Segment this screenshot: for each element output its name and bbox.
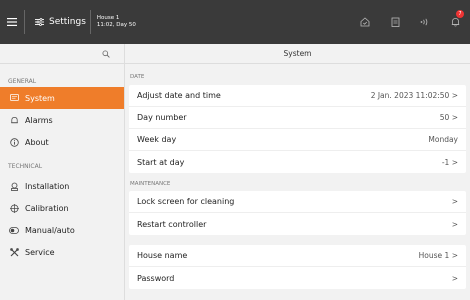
- week-day-row: Week day Monday: [129, 129, 466, 151]
- system-icon: [8, 92, 20, 104]
- top-icons: 7: [350, 0, 470, 44]
- sidebar-item-label: System: [25, 93, 55, 103]
- nav-section-technical: TECHNICAL: [8, 163, 43, 170]
- row-value: House 1 >: [418, 251, 458, 260]
- sidebar-item-alarms[interactable]: Alarms: [0, 109, 124, 131]
- date-card: Adjust date and time 2 Jan. 2023 11:02:5…: [129, 85, 466, 173]
- house-info[interactable]: House 1 11:02, Day 50: [97, 15, 136, 29]
- house-time: 11:02, Day 50: [96, 22, 136, 28]
- sidebar-item-system[interactable]: System: [0, 87, 124, 109]
- house-status-button[interactable]: [350, 0, 380, 44]
- sidebar-item-label: Alarms: [25, 115, 53, 125]
- house-name-row[interactable]: House name House 1 >: [129, 245, 466, 267]
- sidebar-item-label: Installation: [25, 181, 70, 191]
- row-label: Start at day: [137, 157, 185, 167]
- bell-icon: [451, 18, 459, 27]
- row-label: Restart controller: [137, 219, 207, 229]
- signal-icon: [420, 18, 428, 26]
- hamburger-icon: [7, 18, 17, 26]
- sidebar-item-label: About: [25, 137, 49, 147]
- divider: [89, 10, 91, 34]
- row-value: >: [451, 219, 458, 229]
- row-label: Adjust date and time: [137, 91, 221, 100]
- page-title: Settings: [49, 17, 86, 27]
- row-label: Week day: [137, 135, 177, 144]
- row-label: House name: [137, 251, 188, 260]
- sidebar-item-label: Manual/auto: [25, 225, 75, 235]
- sidebar-item-label: Service: [25, 247, 55, 257]
- row-label: Lock screen for cleaning: [137, 197, 235, 206]
- sidebar-item-label: Calibration: [25, 203, 69, 213]
- row-value: >: [451, 197, 458, 206]
- house-name: House 1: [96, 15, 120, 21]
- house-card: House name House 1 > Password >: [129, 245, 466, 289]
- search-button[interactable]: [0, 44, 124, 64]
- bell-icon: [8, 114, 20, 126]
- clipboard-icon: [391, 17, 399, 27]
- row-value: Monday: [428, 135, 458, 144]
- alarms-bell-button[interactable]: 7: [440, 0, 470, 44]
- installation-icon: [8, 180, 20, 192]
- day-number-row[interactable]: Day number 50 >: [129, 107, 466, 129]
- row-value: 50 >: [439, 113, 458, 122]
- start-at-day-row[interactable]: Start at day -1 >: [129, 151, 466, 173]
- sidebar-item-installation[interactable]: Installation: [0, 175, 124, 197]
- row-label: Password: [137, 273, 175, 283]
- alarm-count-badge: 7: [456, 10, 464, 18]
- row-value: >: [451, 273, 458, 283]
- sidebar-item-calibration[interactable]: Calibration: [0, 197, 124, 219]
- connectivity-button[interactable]: [410, 0, 440, 44]
- house-check-icon: [360, 17, 370, 27]
- nav-section-general: GENERAL: [8, 78, 37, 85]
- toggle-icon: [8, 224, 20, 236]
- maintenance-card: Lock screen for cleaning > Restart contr…: [129, 191, 466, 235]
- sidebar-item-about[interactable]: About: [0, 131, 124, 153]
- sliders-icon: [35, 18, 44, 26]
- section-date: DATE: [125, 74, 470, 85]
- info-icon: [8, 136, 20, 148]
- main-title: System: [125, 44, 470, 64]
- row-value: 2 Jan. 2023 11:02:50 >: [370, 91, 458, 100]
- main-panel: System DATE Adjust date and time 2 Jan. …: [125, 44, 470, 300]
- settings-breadcrumb[interactable]: Settings: [25, 0, 90, 44]
- row-value: -1 >: [441, 157, 458, 167]
- top-bar: Settings House 1 11:02, Day 50 7: [0, 0, 470, 44]
- sidebar-item-service[interactable]: Service: [0, 241, 124, 263]
- sidebar: GENERAL System Alarms About TECHNICAL In…: [0, 44, 125, 300]
- tools-icon: [8, 246, 20, 258]
- password-row[interactable]: Password >: [129, 267, 466, 289]
- lock-screen-row[interactable]: Lock screen for cleaning >: [129, 191, 466, 213]
- restart-controller-row[interactable]: Restart controller >: [129, 213, 466, 235]
- notes-button[interactable]: [380, 0, 410, 44]
- adjust-date-time-row[interactable]: Adjust date and time 2 Jan. 2023 11:02:5…: [129, 85, 466, 107]
- row-label: Day number: [137, 113, 187, 122]
- menu-button[interactable]: [0, 0, 24, 44]
- crosshair-icon: [8, 202, 20, 214]
- search-icon: [102, 49, 110, 58]
- sidebar-item-manual-auto[interactable]: Manual/auto: [0, 219, 124, 241]
- section-maintenance: MAINTENANCE: [125, 181, 470, 191]
